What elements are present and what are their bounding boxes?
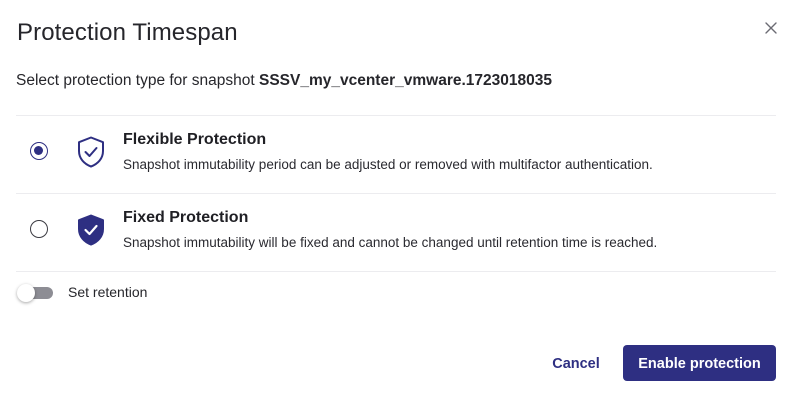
option-flexible-protection[interactable]: Flexible Protection Snapshot immutabilit… <box>16 116 776 193</box>
enable-protection-button[interactable]: Enable protection <box>623 345 776 381</box>
dialog-subtitle: Select protection type for snapshot SSSV… <box>16 72 552 90</box>
toggle-knob[interactable] <box>17 284 35 302</box>
set-retention-label: Set retention <box>68 284 148 300</box>
shield-check-outline-icon <box>78 136 104 168</box>
dialog-title: Protection Timespan <box>17 19 238 46</box>
subtitle-prefix: Select protection type for snapshot <box>16 72 259 89</box>
option-description: Snapshot immutability will be fixed and … <box>123 235 658 250</box>
cancel-button[interactable]: Cancel <box>540 345 612 381</box>
radio-fixed-protection[interactable] <box>30 220 48 238</box>
shield-check-filled-icon <box>78 214 104 246</box>
snapshot-name: SSSV_my_vcenter_vmware.1723018035 <box>258 72 552 89</box>
protection-timespan-dialog: Protection Timespan Select protection ty… <box>0 0 793 399</box>
option-title: Flexible Protection <box>123 131 267 148</box>
option-description: Snapshot immutability period can be adju… <box>123 157 653 172</box>
option-title: Fixed Protection <box>123 209 249 226</box>
set-retention-toggle[interactable] <box>17 284 53 302</box>
radio-flexible-protection[interactable] <box>30 142 48 160</box>
divider <box>16 271 776 272</box>
close-icon[interactable] <box>763 20 779 36</box>
option-fixed-protection[interactable]: Fixed Protection Snapshot immutability w… <box>16 194 776 271</box>
